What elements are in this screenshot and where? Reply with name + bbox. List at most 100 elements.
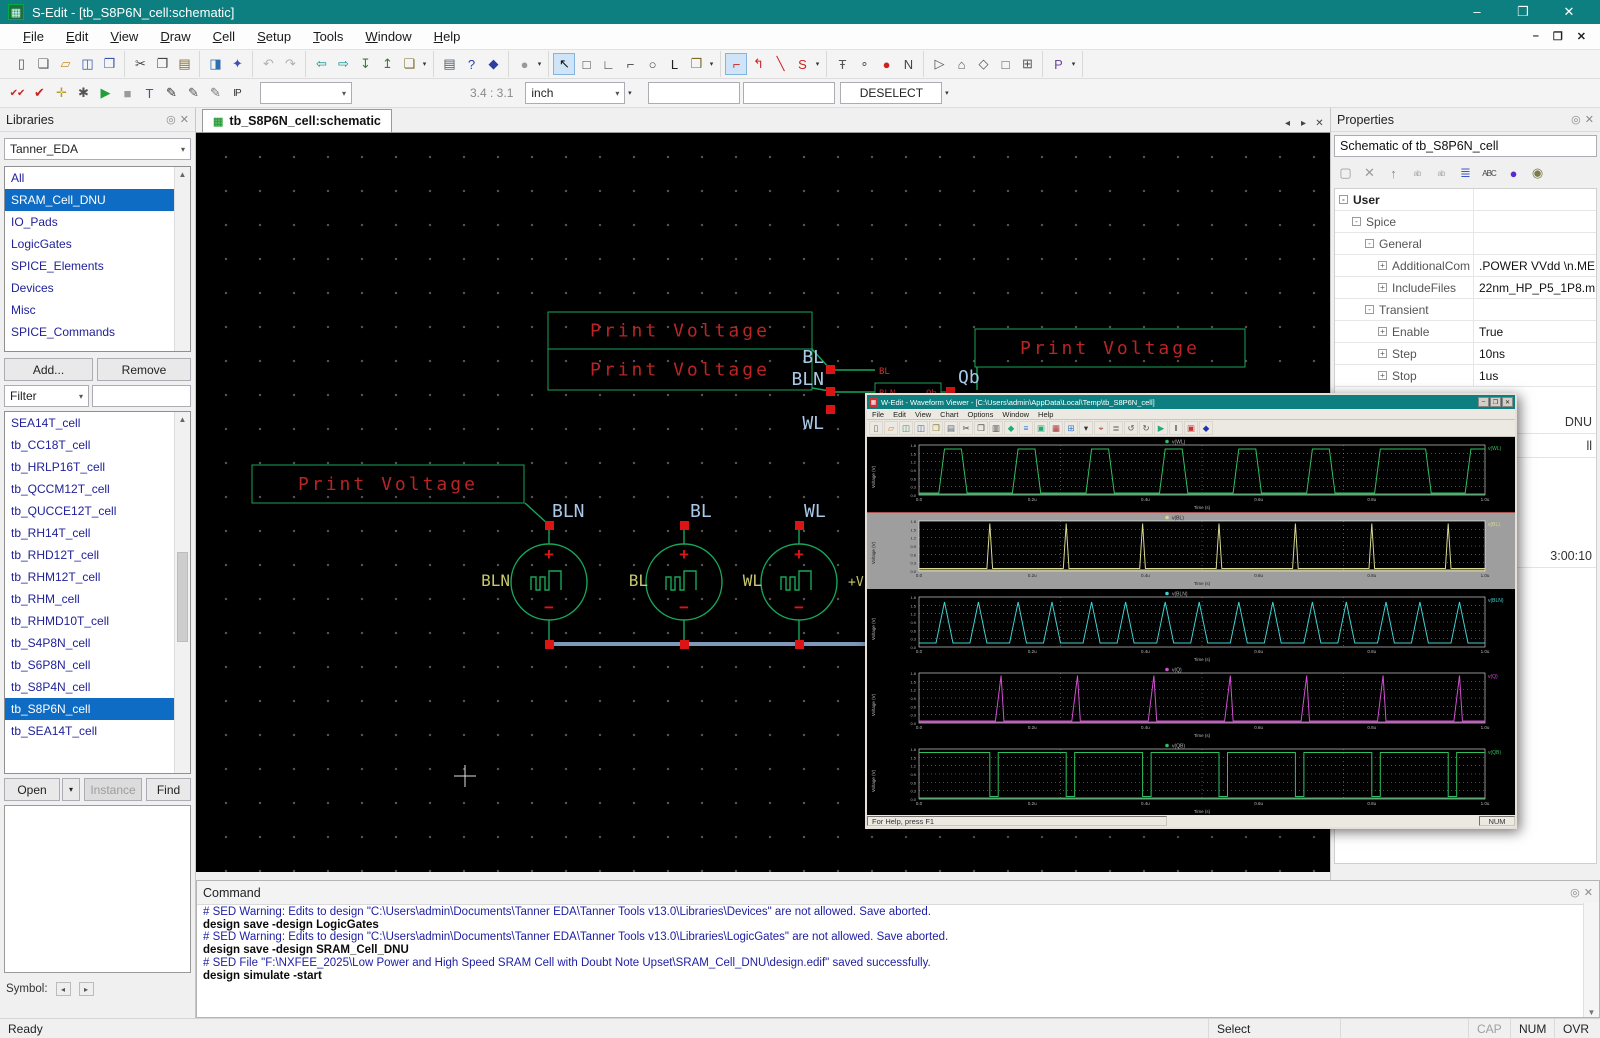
cell-item-SEA14T_cell[interactable]: SEA14T_cell [5, 412, 175, 434]
print-voltage-label[interactable]: Print Voltage [590, 321, 770, 342]
cell-item-tb_RHM12T_cell[interactable]: tb_RHM12T_cell [5, 566, 175, 588]
instance-icon[interactable]: ❒ [685, 53, 707, 75]
library-group-Misc[interactable]: Misc [5, 299, 175, 321]
property-row-stop[interactable]: +Stop1us [1335, 365, 1596, 387]
copy-icon[interactable]: ❐ [151, 53, 173, 75]
wedit-cut-icon[interactable]: ✂ [959, 421, 973, 435]
voltage-source[interactable]: +− [646, 544, 722, 620]
menu-file[interactable]: File [12, 25, 55, 48]
print-voltage-label[interactable]: Print Voltage [298, 474, 478, 495]
help-icon[interactable]: ? [460, 53, 482, 75]
wedit-new-icon[interactable]: ▯ [869, 421, 883, 435]
connection-pin[interactable] [826, 365, 835, 374]
menu-help[interactable]: Help [423, 25, 472, 48]
zoom-combo[interactable]: ▾ [260, 82, 352, 104]
tab-schematic[interactable]: ▦ tb_S8P6N_cell:schematic [202, 109, 392, 132]
wedit-close-button[interactable]: ✕ [1502, 397, 1513, 407]
wedit-play-icon[interactable]: ▶ [1154, 421, 1168, 435]
instance-icon-dropdown[interactable]: ▾ [707, 60, 716, 68]
symbol-next-button[interactable]: ▸ [79, 982, 94, 996]
voltage-source[interactable]: +− [511, 544, 587, 620]
waveform-panel-v(BL)[interactable]: v(BL)1.81.51.20.90.60.30.00.00.2u0.4u0.6… [867, 513, 1515, 589]
library-group-All[interactable]: All [5, 167, 175, 189]
save-icon[interactable]: ◫ [76, 53, 98, 75]
wedit-cursor-icon[interactable]: ⌖ [1094, 421, 1108, 435]
wedit-window[interactable]: ▦ W-Edit - Waveform Viewer - [C:\Users\a… [865, 393, 1517, 829]
probe-tool-icon[interactable]: ✛ [50, 82, 72, 104]
ip-icon[interactable]: IP [226, 82, 248, 104]
waveform-panel-v(QB)[interactable]: v(QB)1.81.51.20.90.60.30.00.00.2u0.4u0.6… [867, 741, 1515, 817]
open-cell-button[interactable]: Open [4, 778, 60, 801]
waveform-panel-v(Q)[interactable]: v(Q)1.81.51.20.90.60.30.00.00.2u0.4u0.6u… [867, 665, 1515, 741]
paste-icon[interactable]: ▤ [173, 53, 195, 75]
cell-item-tb_CC18T_cell[interactable]: tb_CC18T_cell [5, 434, 175, 456]
draw-box-icon[interactable]: □ [575, 53, 597, 75]
coordinate-field-x[interactable] [648, 82, 740, 104]
go-back-icon[interactable]: ⇦ [310, 53, 332, 75]
promote-property-icon[interactable]: ↑ [1382, 162, 1404, 184]
coordinate-field-y[interactable] [743, 82, 835, 104]
edit-in-place-icon[interactable]: ✦ [226, 53, 248, 75]
validate-all-icon[interactable]: ✔✔ [6, 82, 28, 104]
property-row-enable[interactable]: +EnableTrue [1335, 321, 1596, 343]
net-label-bln[interactable]: BLN [552, 501, 585, 522]
delete-property-icon[interactable]: ✕ [1358, 162, 1380, 184]
net-label-wl[interactable]: WL [802, 413, 824, 434]
cell-item-tb_S6P8N_cell[interactable]: tb_S6P8N_cell [5, 654, 175, 676]
wedit-new-chart-icon[interactable]: ◆ [1004, 421, 1018, 435]
property-row-includefiles[interactable]: +IncludeFiles22nm_HP_P5_1P8.m [1335, 277, 1596, 299]
property-row-spice[interactable]: -Spice [1335, 211, 1596, 233]
mode-combo[interactable]: DESELECT [840, 82, 942, 104]
pop-out-icon[interactable]: ↥ [376, 53, 398, 75]
wedit-restore-button[interactable]: ❐ [1490, 397, 1501, 407]
wedit-copy-icon[interactable]: ❐ [974, 421, 988, 435]
property-value[interactable] [1473, 233, 1596, 254]
wedit-axes-icon[interactable]: ▾ [1079, 421, 1093, 435]
wedit-save-as-icon[interactable]: ◫ [914, 421, 928, 435]
menu-draw[interactable]: Draw [149, 25, 201, 48]
draw-polygon-icon[interactable]: ∟ [597, 53, 619, 75]
library-selector-combo[interactable]: Tanner_EDA ▾ [4, 138, 191, 160]
new-document-icon[interactable]: ▯ [10, 53, 32, 75]
text-size-icon[interactable]: T [138, 82, 160, 104]
net-label-bl[interactable]: BL [629, 571, 648, 590]
wedit-print-icon[interactable]: ▤ [944, 421, 958, 435]
port-icon[interactable]: ∘ [853, 53, 875, 75]
close-icon[interactable]: ✕ [180, 113, 189, 126]
filter-input[interactable] [92, 385, 191, 407]
net-label-bln[interactable]: BLN [481, 571, 510, 590]
net-label-wl[interactable]: WL [804, 501, 826, 522]
cell-item-tb_RHD12T_cell[interactable]: tb_RHD12T_cell [5, 544, 175, 566]
expand-icon[interactable]: + [1378, 371, 1387, 380]
go-forward-icon[interactable]: ⇨ [332, 53, 354, 75]
collapse-icon[interactable]: - [1339, 195, 1348, 204]
net-flag-icon[interactable]: Ŧ [831, 53, 853, 75]
property-value[interactable] [1473, 211, 1596, 232]
wedit-open-icon[interactable]: ▱ [884, 421, 898, 435]
property-row-general[interactable]: -General [1335, 233, 1596, 255]
wedit-menu-help[interactable]: Help [1038, 410, 1053, 419]
property-value[interactable]: .POWER VVdd \n.ME [1473, 255, 1596, 276]
box-symbol-icon[interactable]: □ [994, 53, 1016, 75]
open-dropdown-button[interactable]: ▾ [62, 778, 80, 801]
waveform-chart-v(BL)[interactable]: v(BL)1.81.51.20.90.60.30.00.00.2u0.4u0.6… [867, 513, 1515, 589]
cell-item-tb_SEA14T_cell[interactable]: tb_SEA14T_cell [5, 720, 175, 742]
net-label-qb[interactable]: Qb [958, 367, 980, 388]
symbol-prev-button[interactable]: ◂ [56, 982, 71, 996]
expand-icon[interactable]: + [1378, 261, 1387, 270]
maximize-button[interactable]: ❐ [1500, 4, 1546, 20]
select-property-icon[interactable]: ▢ [1334, 162, 1356, 184]
outport-symbol-icon[interactable]: ⌂ [950, 53, 972, 75]
property-value[interactable]: 22nm_HP_P5_1P8.m [1473, 277, 1596, 298]
scroll-up-icon[interactable]: ▲ [175, 412, 190, 427]
tab-next-button[interactable]: ▸ [1297, 118, 1310, 129]
cell-list-scrollbar[interactable]: ▲ [174, 412, 190, 773]
probe-current-icon[interactable]: ✎ [182, 82, 204, 104]
wedit-add-trace-icon[interactable]: ≡ [1019, 421, 1033, 435]
annotate-icon[interactable]: ● [513, 53, 535, 75]
menu-window[interactable]: Window [354, 25, 422, 48]
wedit-help-icon[interactable]: ◆ [1199, 421, 1213, 435]
wedit-pause-icon[interactable]: ‖ [1169, 421, 1183, 435]
color-swatch-icon[interactable]: ● [1502, 162, 1524, 184]
library-group-Devices[interactable]: Devices [5, 277, 175, 299]
